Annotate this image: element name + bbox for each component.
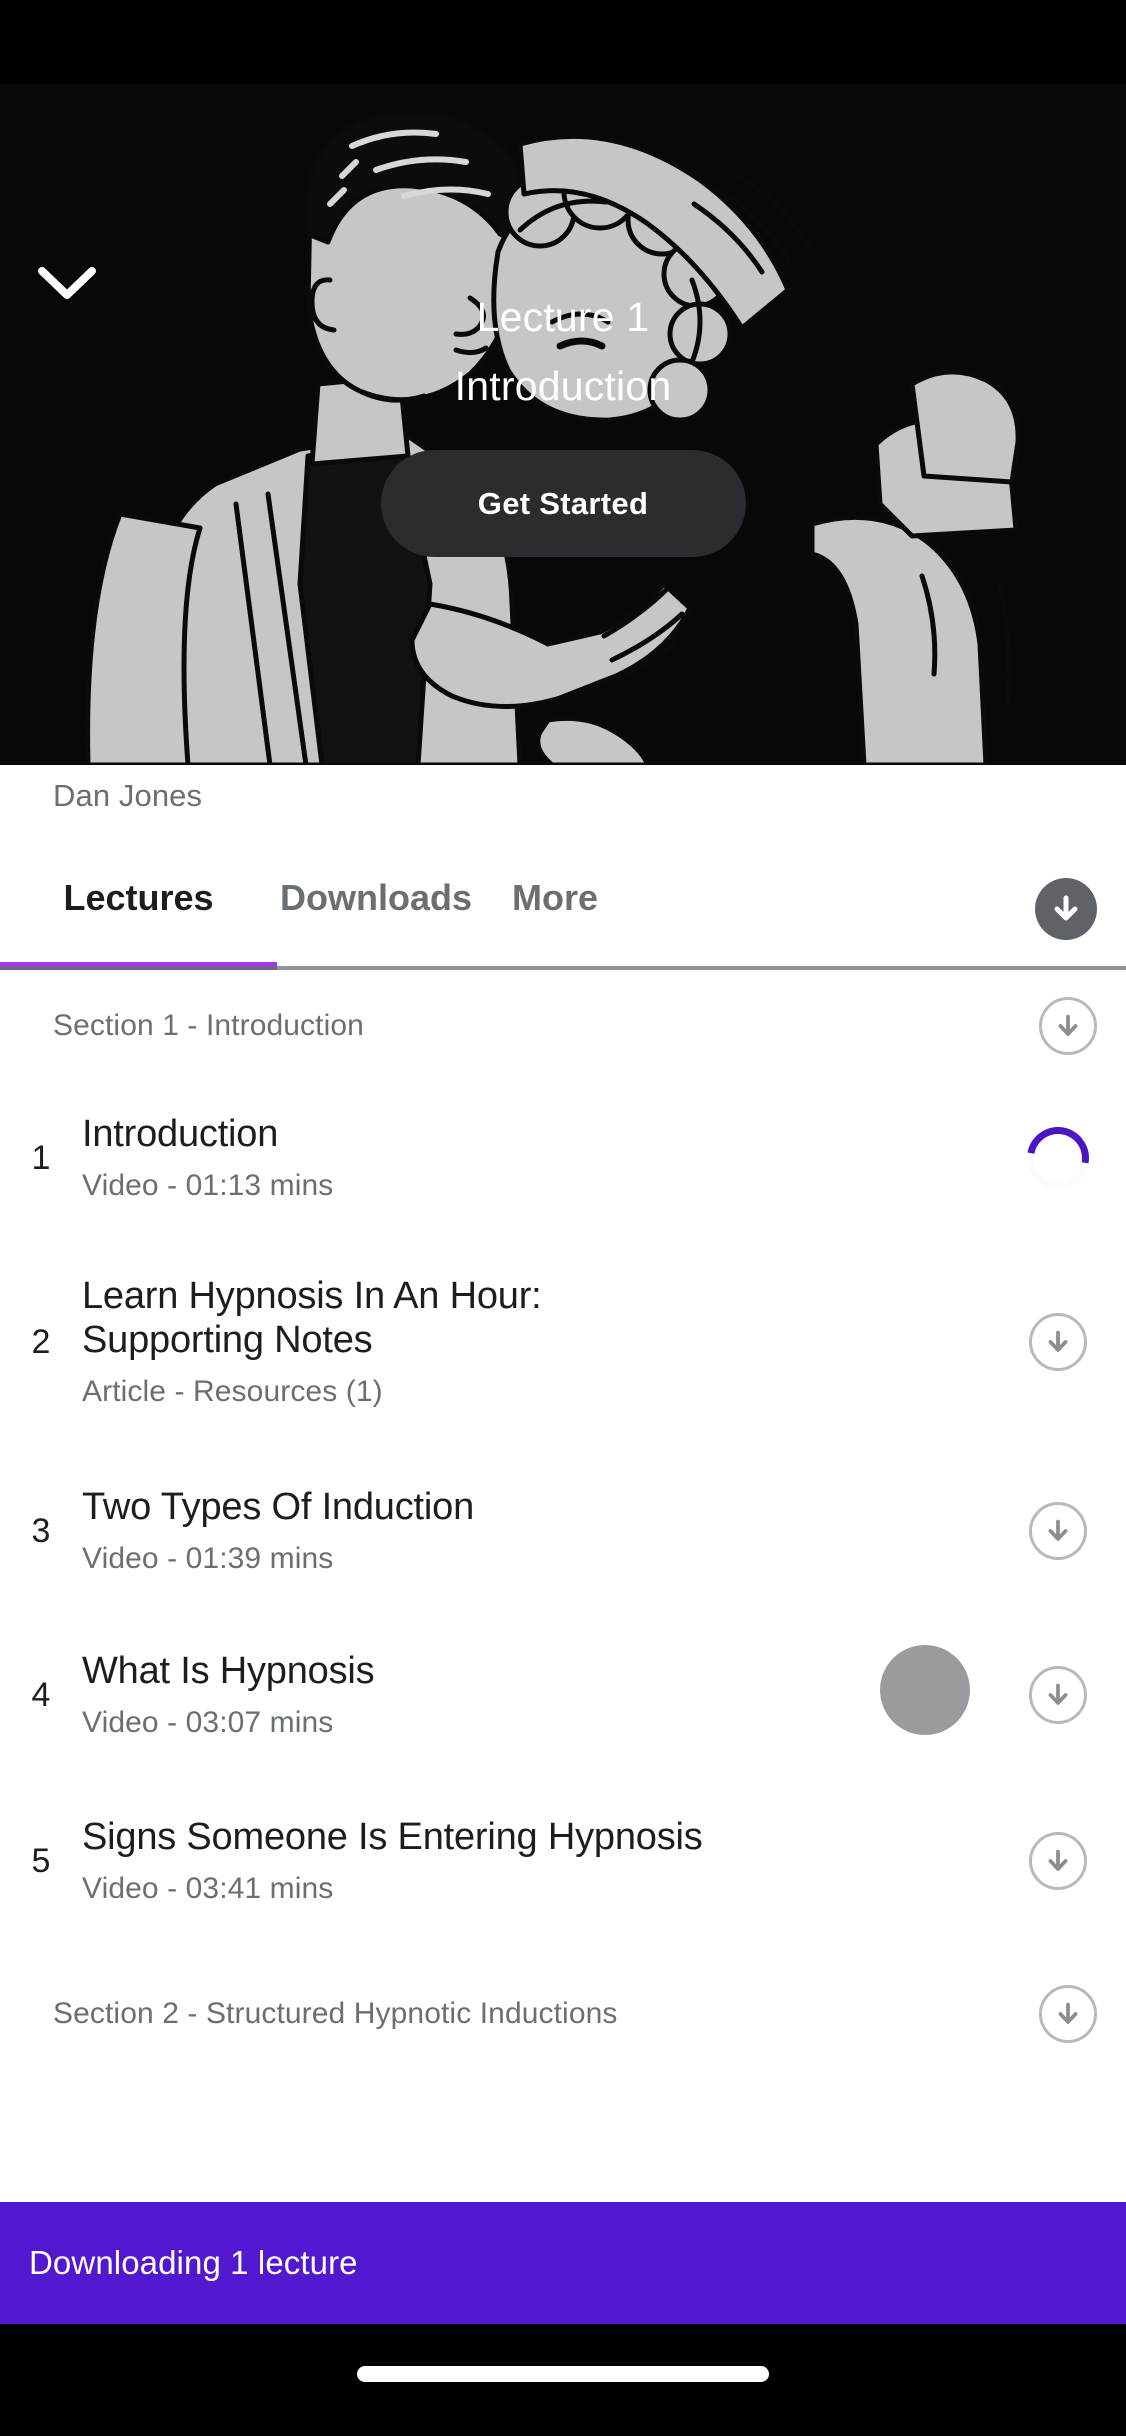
- lecture-title: Learn Hypnosis In An Hour: Supporting No…: [82, 1275, 542, 1361]
- instructor-name: Dan Jones: [53, 778, 203, 813]
- download-arrow-circle-icon[interactable]: [1039, 1985, 1097, 2043]
- lecture-download-control[interactable]: [1014, 1114, 1102, 1202]
- lecture-title: Two Types Of Induction: [82, 1486, 475, 1529]
- lecture-row-1[interactable]: 1 Introduction Video - 01:13 mins: [0, 1082, 1126, 1234]
- download-progress-spinner-icon: [1014, 1114, 1102, 1202]
- tab-lectures-container: Lectures: [0, 880, 277, 916]
- lecture-download-control[interactable]: [1019, 1832, 1097, 1890]
- tab-bar: Lectures Downloads More: [0, 878, 1126, 970]
- lecture-body: Signs Someone Is Entering Hypnosis Video…: [82, 1816, 1019, 1906]
- get-started-button[interactable]: Get Started: [380, 450, 746, 558]
- app-screen: Lecture 1 Introduction Get Started Dan J…: [0, 0, 1126, 2436]
- lecture-hero: Lecture 1 Introduction Get Started: [0, 84, 1126, 765]
- lecture-body: Two Types Of Induction Video - 01:39 min…: [82, 1486, 1019, 1576]
- lecture-meta: Video - 03:07 mins: [82, 1705, 334, 1739]
- lecture-download-control[interactable]: [1019, 1502, 1097, 1560]
- status-bar: [0, 0, 1126, 84]
- download-arrow-circle-icon: [1029, 1313, 1087, 1371]
- download-all-button[interactable]: [1035, 878, 1097, 940]
- lecture-body: Learn Hypnosis In An Hour: Supporting No…: [82, 1275, 1019, 1408]
- download-arrow-circle-icon[interactable]: [1039, 997, 1097, 1055]
- lecture-number: 5: [31, 1841, 51, 1880]
- download-arrow-circle-icon: [1029, 1502, 1087, 1560]
- lecture-title: Introduction: [82, 1113, 279, 1156]
- lecture-number: 1: [31, 1138, 51, 1177]
- hero-overlay: Lecture 1 Introduction Get Started: [0, 84, 1126, 765]
- curriculum-list[interactable]: Section 1 - Introduction 1 Introduction …: [0, 970, 1126, 2202]
- touch-indicator: [880, 1645, 970, 1735]
- tab-more[interactable]: More: [512, 880, 598, 916]
- section-header-2[interactable]: Section 2 - Structured Hypnotic Inductio…: [0, 1944, 1126, 2084]
- section-header-1[interactable]: Section 1 - Introduction: [0, 970, 1126, 1082]
- lecture-meta: Video - 01:13 mins: [82, 1168, 334, 1202]
- downloading-banner-text: Downloading 1 lecture: [29, 2244, 358, 2281]
- lecture-row-5[interactable]: 5 Signs Someone Is Entering Hypnosis Vid…: [0, 1778, 1126, 1944]
- download-arrow-circle-icon: [1029, 1666, 1087, 1724]
- lecture-title: What Is Hypnosis: [82, 1650, 375, 1693]
- lecture-download-control[interactable]: [1019, 1666, 1097, 1724]
- lecture-row-2[interactable]: 2 Learn Hypnosis In An Hour: Supporting …: [0, 1234, 1126, 1450]
- tab-list: Lectures Downloads More: [0, 880, 635, 916]
- lecture-number: 4: [31, 1675, 51, 1714]
- lecture-title: Signs Someone Is Entering Hypnosis: [82, 1816, 703, 1859]
- tab-more-container: More: [475, 880, 635, 916]
- lecture-meta: Video - 03:41 mins: [82, 1871, 334, 1905]
- download-arrow-circle-filled-icon: [1035, 878, 1097, 940]
- section-label: Section 2 - Structured Hypnotic Inductio…: [53, 1997, 618, 2030]
- lecture-download-control[interactable]: [1019, 1313, 1097, 1371]
- lecture-meta: Video - 01:39 mins: [82, 1541, 334, 1575]
- downloading-banner[interactable]: Downloading 1 lecture: [0, 2202, 1126, 2324]
- lecture-body: Introduction Video - 01:13 mins: [82, 1113, 1019, 1203]
- tab-downloads[interactable]: Downloads: [280, 880, 472, 916]
- home-indicator[interactable]: [357, 2366, 769, 2382]
- chevron-down-icon[interactable]: [28, 244, 106, 322]
- lecture-number: 3: [31, 1511, 51, 1550]
- section-label: Section 1 - Introduction: [53, 1009, 364, 1042]
- hero-lecture-label: Lecture 1: [476, 293, 650, 340]
- lecture-body: What Is Hypnosis Video - 03:07 mins: [82, 1650, 1019, 1740]
- tab-lectures[interactable]: Lectures: [63, 880, 213, 916]
- download-arrow-circle-icon: [1029, 1832, 1087, 1890]
- lecture-row-3[interactable]: 3 Two Types Of Induction Video - 01:39 m…: [0, 1450, 1126, 1612]
- lecture-meta: Article - Resources (1): [82, 1374, 383, 1408]
- tab-downloads-container: Downloads: [277, 880, 475, 916]
- lecture-number: 2: [31, 1322, 51, 1361]
- home-indicator-area: [0, 2324, 1126, 2436]
- hero-lecture-title: Introduction: [454, 363, 672, 409]
